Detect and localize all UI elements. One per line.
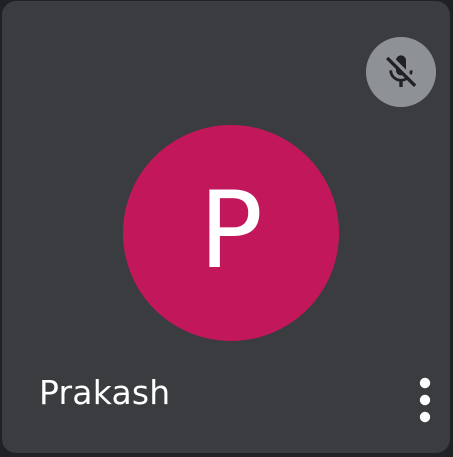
participant-tile: P Prakash bbox=[2, 1, 450, 453]
more-options-button[interactable] bbox=[406, 373, 444, 427]
participant-name: Prakash bbox=[39, 373, 171, 412]
muted-indicator bbox=[366, 37, 436, 107]
avatar-initial: P bbox=[199, 169, 263, 292]
avatar: P bbox=[123, 125, 339, 341]
mic-off-icon bbox=[386, 55, 417, 88]
more-vert-icon bbox=[419, 377, 431, 423]
